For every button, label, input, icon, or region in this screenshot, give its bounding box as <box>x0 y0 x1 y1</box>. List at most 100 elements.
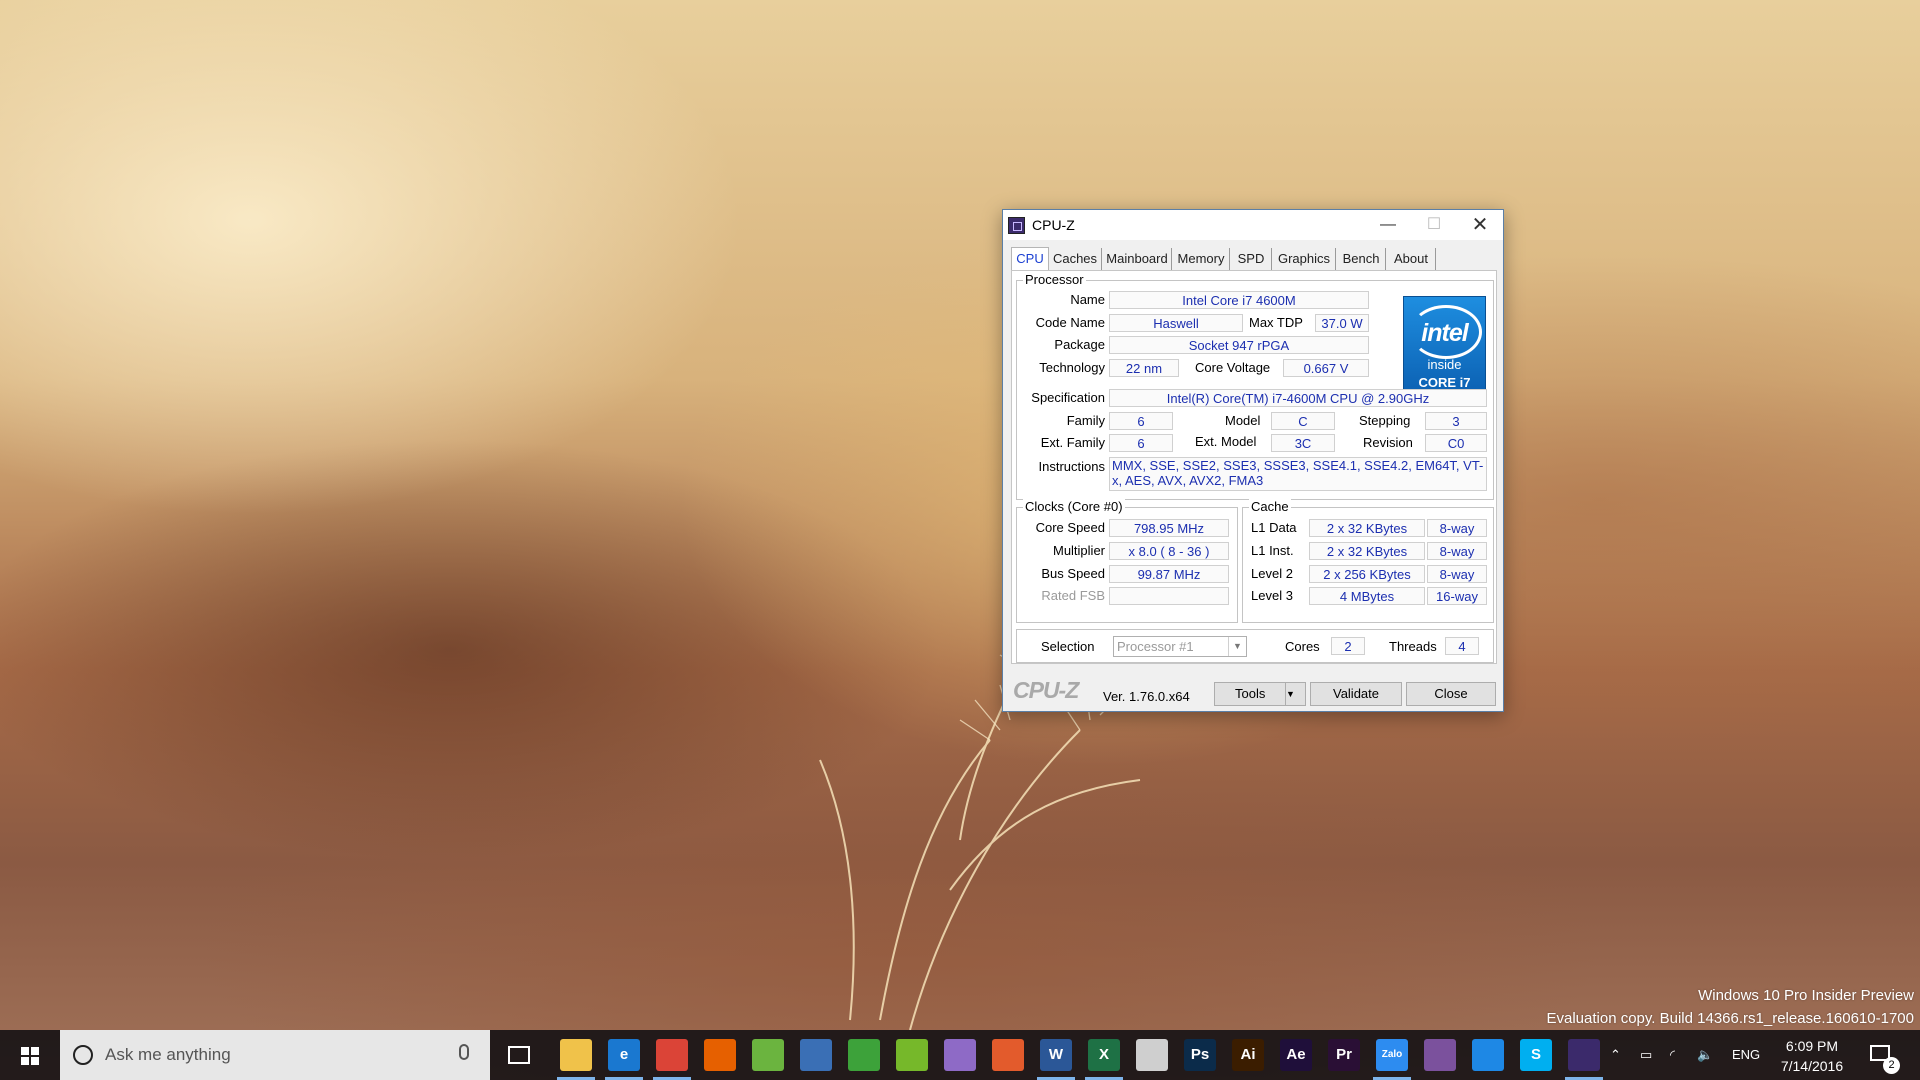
ext-family-label: Ext. Family <box>1040 435 1105 450</box>
name-value: Intel Core i7 4600M <box>1109 291 1369 309</box>
specification-label: Specification <box>1031 390 1105 405</box>
tab-memory[interactable]: Memory <box>1173 248 1230 270</box>
stepping-label: Stepping <box>1359 413 1411 428</box>
battery-icon[interactable]: ▭ <box>1640 1030 1652 1080</box>
clock-time: 6:09 PM <box>1785 1038 1839 1054</box>
utorrent-icon[interactable] <box>896 1039 928 1071</box>
family-label: Family <box>1066 413 1105 428</box>
tab-about[interactable]: About <box>1387 248 1436 270</box>
instructions-value: MMX, SSE, SSE2, SSE3, SSSE3, SSE4.1, SSE… <box>1109 457 1487 491</box>
premiere-icon[interactable]: Pr <box>1328 1039 1360 1071</box>
cache-row-label: Level 2 <box>1251 566 1293 581</box>
codename-label: Code Name <box>1035 315 1105 330</box>
window-title: CPU-Z <box>1032 217 1075 233</box>
cortana-icon <box>73 1045 93 1065</box>
edge-icon[interactable]: e <box>605 1039 643 1080</box>
cache-group: Cache L1 Data 2 x 32 KBytes 8-way L1 Ins… <box>1242 499 1494 623</box>
clock[interactable]: 6:09 PM 7/14/2016 <box>1767 1036 1857 1076</box>
family-value: 6 <box>1109 412 1173 430</box>
corevoltage-label: Core Voltage <box>1195 360 1271 375</box>
illustrator-icon[interactable]: Ai <box>1232 1039 1264 1071</box>
version-text: Ver. 1.76.0.x64 <box>1103 689 1190 704</box>
cpu-tab-panel: Processor Name Intel Core i7 4600M Code … <box>1011 270 1497 664</box>
search-box[interactable]: Ask me anything <box>60 1030 490 1080</box>
skype-icon[interactable]: S <box>1520 1039 1552 1071</box>
rated-fsb-label: Rated FSB <box>1041 588 1105 603</box>
revision-value: C0 <box>1425 434 1487 452</box>
close-button[interactable]: Close <box>1406 682 1496 706</box>
validate-button[interactable]: Validate <box>1310 682 1402 706</box>
firefox-icon[interactable] <box>704 1039 736 1071</box>
multiplier-label: Multiplier <box>1052 543 1105 558</box>
cache-row-label: Level 3 <box>1251 588 1293 603</box>
stepping-value: 3 <box>1425 412 1487 430</box>
windows-icon <box>21 1047 39 1065</box>
title-bar[interactable]: CPU-Z — ☐ ✕ <box>1003 210 1503 240</box>
core-speed-label: Core Speed <box>1035 520 1105 535</box>
taskbar: Ask me anything e W X Ps Ai Ae Pr Zalo S ⌃ ▭ ◜ 🔈… <box>0 1030 1920 1080</box>
photoshop-icon[interactable]: Ps <box>1184 1039 1216 1071</box>
chrome-icon[interactable] <box>653 1039 691 1080</box>
cpu-z-icon[interactable] <box>1565 1039 1603 1080</box>
language-indicator[interactable]: ENG <box>1732 1030 1760 1080</box>
codename-value: Haswell <box>1109 314 1243 332</box>
file-explorer-icon[interactable] <box>557 1039 595 1080</box>
minimize-button[interactable]: — <box>1365 210 1411 240</box>
tab-caches[interactable]: Caches <box>1049 248 1102 270</box>
word-icon[interactable]: W <box>1037 1039 1075 1080</box>
watermark-build: Evaluation copy. Build 14366.rs1_release… <box>1546 1010 1915 1027</box>
tab-mainboard[interactable]: Mainboard <box>1103 248 1172 270</box>
bus-speed-label: Bus Speed <box>1041 566 1105 581</box>
tools-label: Tools <box>1235 686 1266 701</box>
cache-row-ways: 8-way <box>1427 519 1487 537</box>
threads-value: 4 <box>1445 637 1479 655</box>
visual-studio-icon[interactable] <box>944 1039 976 1071</box>
excel-icon[interactable]: X <box>1085 1039 1123 1080</box>
cpuz-window: CPU-Z — ☐ ✕ CPU Caches Mainboard Memory … <box>1002 209 1504 712</box>
volume-icon[interactable]: 🔈 <box>1697 1030 1713 1080</box>
maximize-button[interactable]: ☐ <box>1411 210 1457 240</box>
tab-bench[interactable]: Bench <box>1337 248 1386 270</box>
show-hidden-icons-icon[interactable]: ⌃ <box>1610 1030 1621 1080</box>
wifi-icon[interactable]: ◜ <box>1670 1030 1675 1080</box>
rated-fsb-value <box>1109 587 1229 605</box>
browser-green-icon[interactable] <box>848 1039 880 1071</box>
close-window-button[interactable]: ✕ <box>1457 210 1503 240</box>
cache-row-label: L1 Inst. <box>1251 543 1294 558</box>
package-value: Socket 947 rPGA <box>1109 336 1369 354</box>
processor-select-value: Processor #1 <box>1117 639 1194 654</box>
clock-date: 7/14/2016 <box>1780 1058 1844 1074</box>
tab-graphics[interactable]: Graphics <box>1273 248 1336 270</box>
ie-vpn-icon[interactable] <box>800 1039 832 1071</box>
zalo-icon[interactable]: Zalo <box>1373 1039 1411 1080</box>
cache-row-size: 2 x 32 KBytes <box>1309 542 1425 560</box>
processor-group: Processor Name Intel Core i7 4600M Code … <box>1016 272 1494 500</box>
microphone-icon[interactable] <box>459 1044 469 1060</box>
cache-legend: Cache <box>1249 499 1291 514</box>
task-view-icon[interactable] <box>508 1046 530 1064</box>
coccoc-icon[interactable] <box>752 1039 784 1071</box>
usb-drive-icon[interactable] <box>1136 1039 1168 1071</box>
tab-spd[interactable]: SPD <box>1231 248 1272 270</box>
ext-family-value: 6 <box>1109 434 1173 452</box>
start-button[interactable] <box>0 1030 60 1080</box>
instructions-label: Instructions <box>1038 459 1105 474</box>
viber-icon[interactable] <box>1424 1039 1456 1071</box>
tools-dropdown-icon[interactable]: ▼ <box>1285 683 1305 705</box>
specification-value: Intel(R) Core(TM) i7-4600M CPU @ 2.90GHz <box>1109 389 1487 407</box>
cores-label: Cores <box>1285 639 1320 654</box>
name-label: Name <box>1070 292 1105 307</box>
tab-cpu[interactable]: CPU <box>1011 247 1049 272</box>
cache-row-size: 4 MBytes <box>1309 587 1425 605</box>
messenger-icon[interactable] <box>1472 1039 1504 1071</box>
tools-button[interactable]: Tools ▼ <box>1214 682 1306 706</box>
chevron-down-icon: ▼ <box>1228 637 1246 656</box>
cache-row-ways: 16-way <box>1427 587 1487 605</box>
cache-row-ways: 8-way <box>1427 565 1487 583</box>
cache-row-size: 2 x 32 KBytes <box>1309 519 1425 537</box>
processor-select[interactable]: Processor #1 ▼ <box>1113 636 1247 657</box>
antivirus-icon[interactable] <box>992 1039 1024 1071</box>
after-effects-icon[interactable]: Ae <box>1280 1039 1312 1071</box>
cpuz-footer-logo: CPU-Z <box>1013 677 1079 703</box>
model-value: C <box>1271 412 1335 430</box>
